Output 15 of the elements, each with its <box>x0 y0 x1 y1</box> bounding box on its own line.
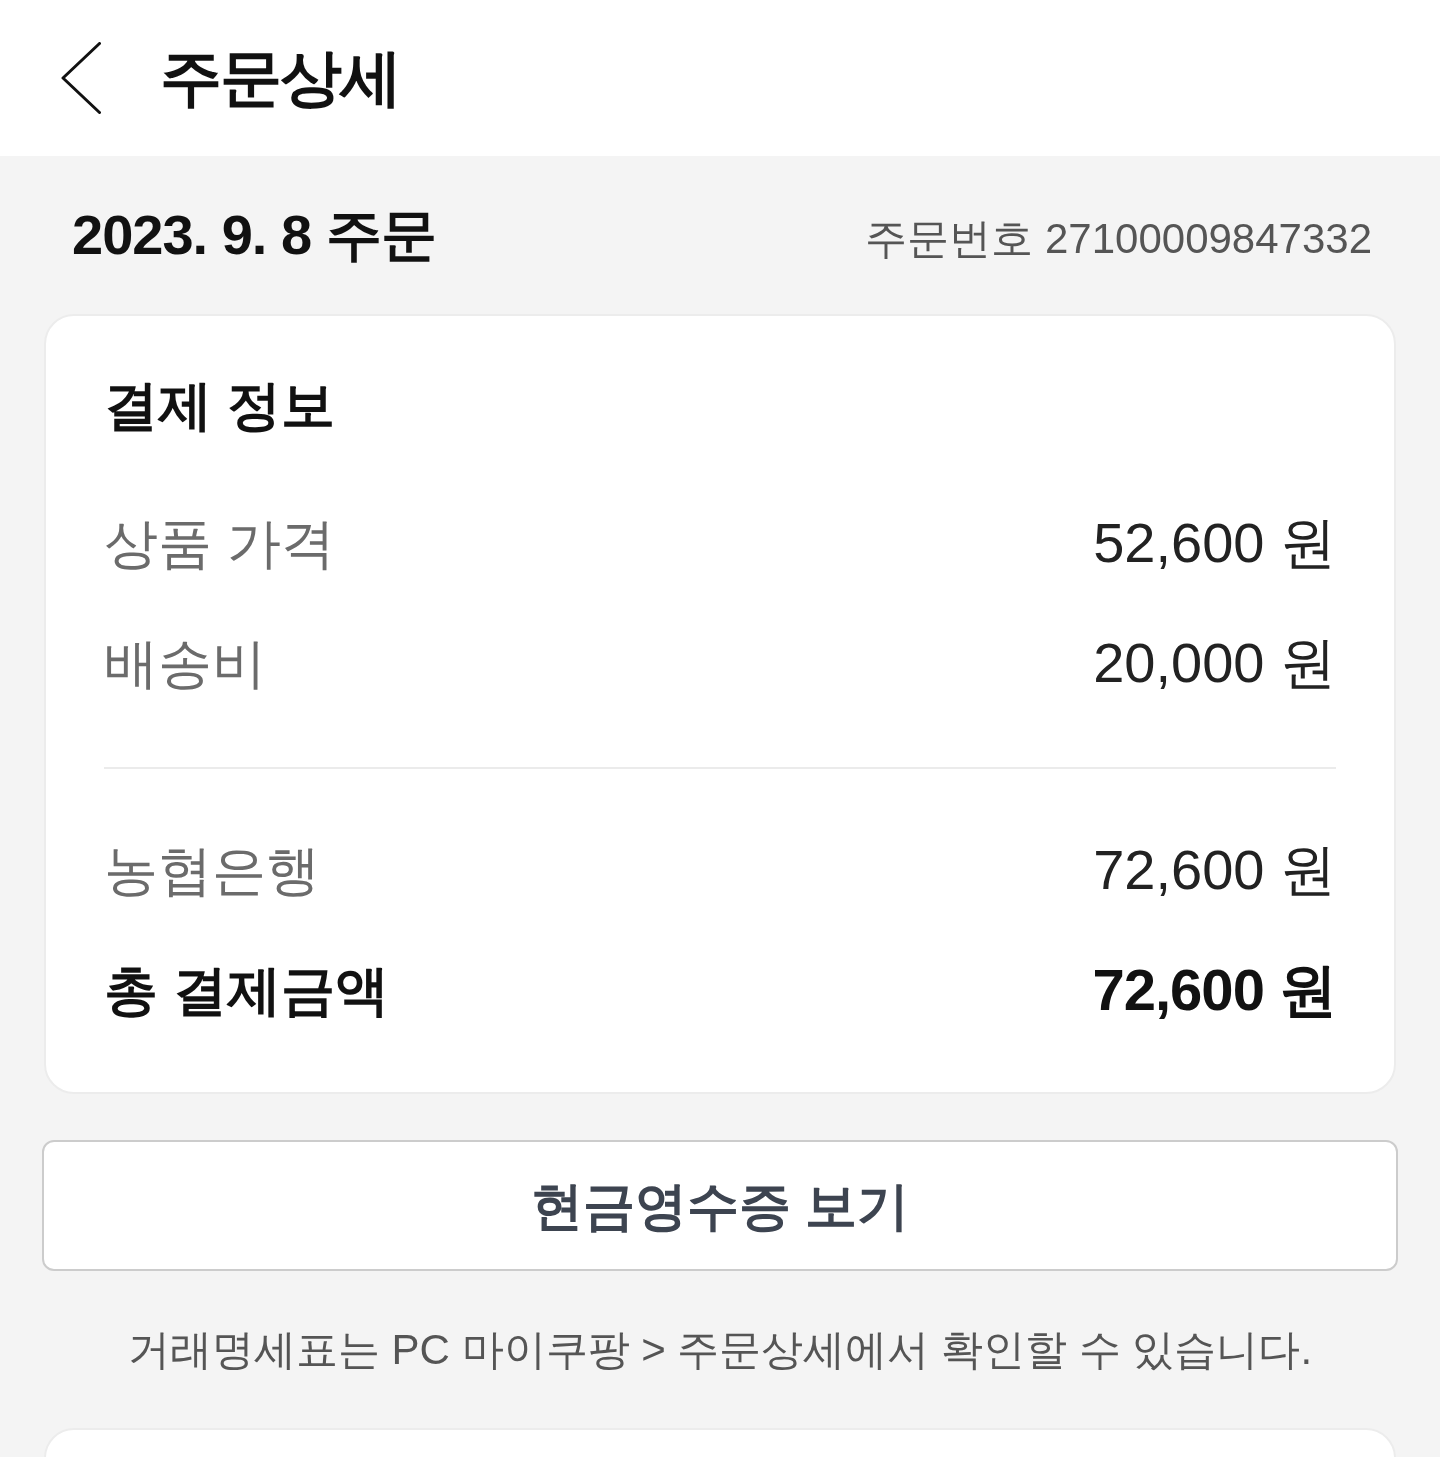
row-amount: 52,600 원 <box>1093 515 1336 571</box>
row-amount: 72,600 원 <box>1093 842 1336 898</box>
row-label: 총 결제금액 <box>104 963 389 1017</box>
row-amount: 72,600 원 <box>1092 961 1336 1019</box>
page-title: 주문상세 <box>160 47 400 109</box>
row-label: 배송비 <box>104 636 266 690</box>
order-date: 2023. 9. 8 주문 <box>72 207 436 263</box>
section-title: 결제 정보 <box>104 378 335 432</box>
back-icon[interactable] <box>61 42 101 114</box>
notice-text: 거래명세표는 PC 마이쿠팡 > 주문상세에서 확인할 수 있습니다. <box>127 1328 1313 1371</box>
row-label: 농협은행 <box>104 843 320 897</box>
row-label: 상품 가격 <box>104 516 335 570</box>
cash-receipt-button[interactable]: 현금영수증 보기 <box>42 1140 1398 1271</box>
row-amount: 20,000 원 <box>1093 635 1336 691</box>
order-number: 주문번호 27100009847332 <box>865 218 1372 260</box>
